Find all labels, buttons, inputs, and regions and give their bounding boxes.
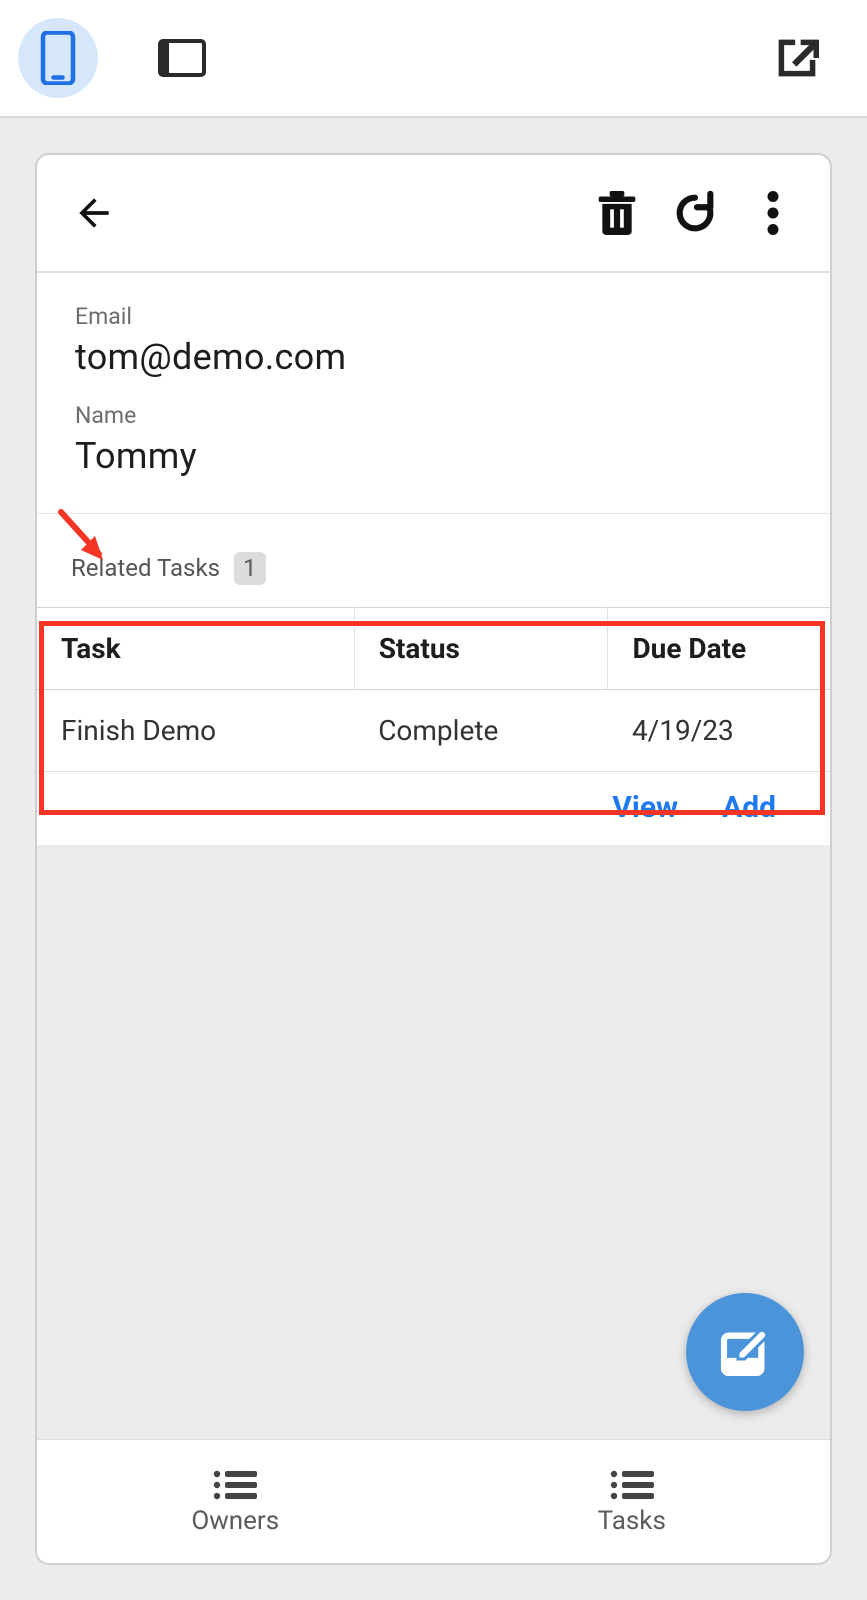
related-tasks-table: Task Status Due Date Finish Demo Complet… [37, 607, 830, 772]
owner-details: Email tom@demo.com Name Tommy [37, 273, 830, 514]
back-button[interactable] [55, 174, 133, 252]
add-button[interactable]: Add [722, 790, 776, 825]
related-tasks-header: Related Tasks 1 [37, 514, 830, 607]
mobile-preview-button[interactable] [18, 18, 98, 98]
nav-tasks[interactable]: Tasks [434, 1440, 831, 1563]
name-field: Name Tommy [75, 402, 792, 477]
trash-icon [595, 189, 639, 237]
more-vert-icon [767, 191, 779, 235]
preview-stage: Email tom@demo.com Name Tommy Related Ta… [0, 118, 867, 1600]
more-button[interactable] [734, 174, 812, 252]
edit-icon [717, 1324, 773, 1380]
app-header [37, 155, 830, 273]
back-arrow-icon [72, 191, 116, 235]
related-tasks-count: 1 [234, 552, 266, 585]
open-external-button[interactable] [757, 18, 837, 98]
edit-fab[interactable] [686, 1293, 804, 1411]
lower-area [37, 845, 830, 1439]
table-row[interactable]: Finish Demo Complete 4/19/23 [37, 689, 830, 771]
view-button[interactable]: View [612, 790, 678, 825]
email-label: Email [75, 303, 792, 330]
nav-owners[interactable]: Owners [37, 1440, 434, 1563]
bottom-nav: Owners Tasks [37, 1439, 830, 1563]
mobile-icon [40, 31, 76, 85]
col-due-date[interactable]: Due Date [608, 607, 830, 689]
name-value: Tommy [75, 435, 792, 477]
open-in-new-icon [775, 36, 819, 80]
refresh-icon [672, 190, 718, 236]
refresh-button[interactable] [656, 174, 734, 252]
col-status[interactable]: Status [354, 607, 608, 689]
related-tasks-title: Related Tasks [71, 554, 220, 582]
tablet-icon [158, 39, 206, 77]
related-tasks-section: Related Tasks 1 Task Status Due Date Fin… [37, 514, 830, 845]
list-icon [211, 1468, 259, 1502]
delete-button[interactable] [578, 174, 656, 252]
cell-due: 4/19/23 [608, 689, 830, 771]
nav-tasks-label: Tasks [598, 1506, 666, 1536]
col-task[interactable]: Task [37, 607, 354, 689]
phone-frame: Email tom@demo.com Name Tommy Related Ta… [35, 153, 832, 1565]
emulator-topbar [0, 0, 867, 118]
tablet-preview-button[interactable] [142, 18, 222, 98]
cell-task: Finish Demo [37, 689, 354, 771]
email-field: Email tom@demo.com [75, 303, 792, 378]
email-value: tom@demo.com [75, 336, 792, 378]
cell-status: Complete [354, 689, 608, 771]
name-label: Name [75, 402, 792, 429]
list-icon [608, 1468, 656, 1502]
nav-owners-label: Owners [191, 1506, 279, 1536]
related-tasks-actions: View Add [37, 772, 830, 845]
